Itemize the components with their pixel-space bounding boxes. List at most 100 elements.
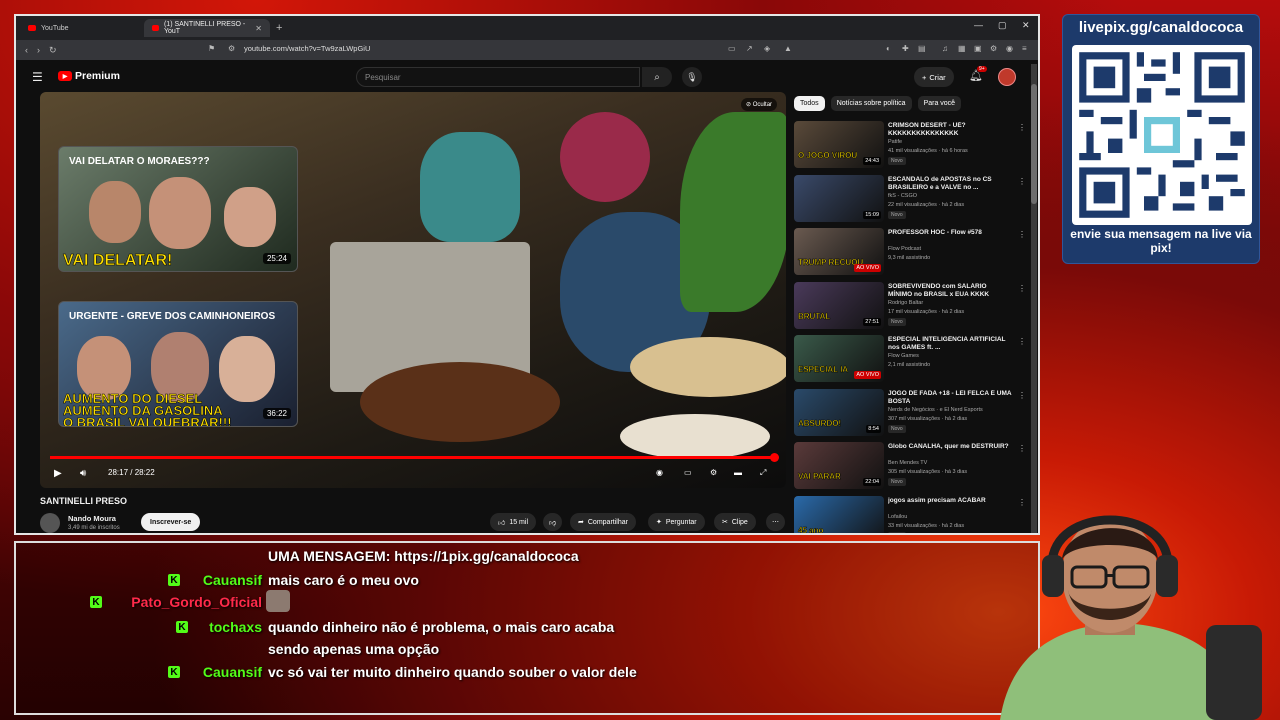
recommendation-thumbnail[interactable]: 15:09	[794, 174, 884, 222]
recommendation-title[interactable]: PROFESSOR HOC - Flow #578	[888, 229, 1012, 237]
ask-button[interactable]: ✦ Perguntar	[648, 513, 705, 531]
share-icon[interactable]: ↗	[746, 44, 753, 53]
recommendation-title[interactable]: ESCÂNDALO de APOSTAS no CS BRASILEIRO e …	[888, 176, 1012, 192]
bookmark-icon[interactable]: ⚑	[208, 44, 215, 53]
chip-for-you[interactable]: Para você	[917, 96, 962, 111]
minimize-button[interactable]: —	[974, 20, 983, 30]
more-options-icon[interactable]: ⋮	[1018, 391, 1026, 400]
captions-icon[interactable]: ▭	[684, 468, 692, 477]
recommendation-title[interactable]: CRIMSON DESERT - UÉ? KKKKKKKKKKKKKKK	[888, 122, 1012, 138]
close-tab-icon[interactable]: ✕	[255, 24, 262, 33]
brave-shield-icon[interactable]: ◈	[764, 44, 770, 53]
recommendation-item[interactable]: ABSURDO! 8:54 JOGO DE FADA +18 - LEI FELCA…	[794, 388, 1030, 443]
close-window-button[interactable]: ✕	[1022, 20, 1030, 31]
recommendation-channel[interactable]: Lofailou	[888, 514, 907, 520]
subscribe-button[interactable]: Inscrever-se	[141, 513, 201, 531]
chip-all[interactable]: Todos	[794, 96, 825, 111]
forward-icon[interactable]: ›	[37, 45, 40, 55]
recommendation-item[interactable]: TRUMP RECUOU AO VIVO PROFESSOR HOC - Flow …	[794, 228, 1030, 282]
reading-icon[interactable]: ▦	[958, 44, 966, 53]
fullscreen-icon[interactable]: ⤢	[760, 468, 766, 478]
recommendation-title[interactable]: ESPECIAL INTELIGÊNCIA ARTIFICIAL nos GAM…	[888, 336, 1012, 352]
recommendation-channel[interactable]: fkS - CSGO	[888, 193, 917, 199]
hamburger-menu-icon[interactable]: ☰	[32, 70, 43, 84]
puzzle-icon[interactable]: ✚	[902, 44, 909, 53]
more-options-icon[interactable]: ⋮	[1018, 230, 1026, 239]
scrollbar-thumb[interactable]	[1031, 84, 1037, 204]
recommendation-channel[interactable]: Nerds de Negócios · e El Nerd Esports	[888, 407, 983, 413]
recommendation-channel[interactable]: Flow Games	[888, 353, 919, 359]
recommendation-item[interactable]: O JOGO VIROU 24:43 CRIMSON DESERT - UÉ? KK…	[794, 121, 1030, 175]
browser-menu-icon[interactable]: ≡	[1022, 44, 1027, 53]
channel-name[interactable]: Nando Moura	[68, 514, 116, 523]
hide-endscreen-button[interactable]: ⊘ Ocultar	[741, 98, 778, 111]
chat-username[interactable]: Cauansif	[168, 661, 262, 683]
recommendation-title[interactable]: JOGO DE FADA +18 - LEI FELCA É UMA BOSTA	[888, 390, 1012, 406]
sidebar-icon[interactable]: ▤	[918, 44, 926, 53]
recommendation-title[interactable]: jogos assim precisam ACABAR	[888, 497, 1012, 505]
avatar[interactable]	[998, 68, 1016, 86]
endscreen-video-2[interactable]: URGENTE - GREVE DOS CAMINHONEIROS AUMENT…	[58, 301, 298, 427]
recommendation-title[interactable]: Globo CANALHA, quer me DESTRUIR?	[888, 443, 1012, 451]
new-tab-button[interactable]: +	[276, 22, 282, 34]
voice-search-button[interactable]: 🎙︎	[682, 67, 702, 87]
vpn-icon[interactable]: ◉	[1006, 44, 1013, 53]
recommendation-thumbnail[interactable]: VAI PARAR 22:04	[794, 442, 884, 489]
recommendation-channel[interactable]: Rodrigo Baltar	[888, 300, 923, 306]
create-button[interactable]: + Criar	[914, 67, 954, 87]
clip-button[interactable]: ✂ Clipe	[714, 513, 756, 531]
more-options-icon[interactable]: ⋮	[1018, 337, 1026, 346]
chat-username[interactable]: Pato_Gordo_Oficial	[108, 591, 262, 613]
tab-santinelli[interactable]: (1) SANTINELLI PRESO - YouT ✕	[144, 19, 270, 37]
endscreen-video-1[interactable]: VAI DELATAR O MORAES??? VAI DELATAR! 25:…	[58, 146, 298, 272]
theater-mode-icon[interactable]: ▬	[734, 468, 742, 477]
share-button[interactable]: ➦ Compartilhar	[570, 513, 636, 531]
media-icon[interactable]: ♫	[942, 44, 948, 53]
chat-username[interactable]: tochaxs	[168, 616, 262, 638]
recommendation-thumbnail[interactable]: 45 ano	[794, 495, 884, 533]
back-icon[interactable]: ‹	[25, 45, 28, 55]
more-options-icon[interactable]: ⋮	[1018, 444, 1026, 453]
maximize-button[interactable]: ▢	[998, 20, 1007, 31]
recommendation-item[interactable]: ESPECIAL IA AO VIVO ESPECIAL INTELIGÊNCIA …	[794, 335, 1030, 389]
progress-scrubber[interactable]	[769, 453, 779, 462]
more-options-icon[interactable]: ⋮	[1018, 123, 1026, 132]
chat-username[interactable]: Cauansif	[168, 569, 262, 591]
channel-avatar[interactable]	[40, 513, 60, 533]
search-input[interactable]: Pesquisar	[356, 67, 640, 87]
recommendation-item[interactable]: 15:09 ESCÂNDALO de APOSTAS no CS BRASILEI…	[794, 174, 1030, 229]
reload-icon[interactable]: ↻	[49, 45, 57, 56]
rewards-icon[interactable]: ▲	[784, 44, 792, 53]
wallet-icon[interactable]: ▣	[974, 44, 982, 53]
progress-bar[interactable]	[50, 453, 779, 462]
cast-icon[interactable]: ▭	[728, 44, 736, 53]
chip-politics[interactable]: Notícias sobre política	[830, 96, 912, 111]
gear-icon[interactable]: ⚙	[990, 44, 997, 53]
recommendation-thumbnail[interactable]: BRUTAL 27:51	[794, 281, 884, 329]
page-scrollbar[interactable]	[1031, 64, 1037, 533]
tab-youtube[interactable]: YouTube	[20, 19, 138, 37]
dislike-button[interactable]: 👎︎	[543, 513, 563, 531]
autoplay-toggle[interactable]: ◉	[656, 468, 663, 477]
recommendation-thumbnail[interactable]: TRUMP RECUOU AO VIVO	[794, 228, 884, 275]
recommendation-thumbnail[interactable]: ABSURDO! 8:54	[794, 388, 884, 436]
recommendation-channel[interactable]: Ben Mendes TV	[888, 460, 927, 466]
site-info-icon[interactable]: ⚙	[228, 44, 235, 53]
video-player[interactable]: ⊘ Ocultar VAI DELATAR O MORAES??? VAI DE…	[40, 92, 786, 488]
more-actions-button[interactable]: ⋯	[766, 513, 785, 531]
play-icon[interactable]: ▶	[54, 468, 62, 479]
recommendation-channel[interactable]: Flow Podcast	[888, 246, 921, 252]
url-field[interactable]: youtube.com/watch?v=Tw9zaLWpGiU	[244, 44, 370, 53]
like-button[interactable]: 👍︎ 15 mil	[490, 513, 537, 531]
extension-icon[interactable]: ◐	[886, 44, 891, 53]
volume-icon[interactable]: 🔊︎	[80, 468, 86, 479]
youtube-logo[interactable]: ▶ Premium	[58, 70, 120, 82]
recommendation-title[interactable]: SOBREVIVENDO com SALÁRIO MÍNIMO no BRASI…	[888, 283, 1012, 299]
more-options-icon[interactable]: ⋮	[1018, 284, 1026, 293]
recommendation-channel[interactable]: Patife	[888, 139, 902, 145]
recommendation-item[interactable]: VAI PARAR 22:04 Globo CANALHA, quer me DES…	[794, 442, 1030, 496]
search-button[interactable]: ⌕	[642, 67, 672, 87]
recommendation-thumbnail[interactable]: O JOGO VIROU 24:43	[794, 121, 884, 168]
recommendation-item[interactable]: BRUTAL 27:51 SOBREVIVENDO com SALÁRIO MÍNI…	[794, 281, 1030, 336]
more-options-icon[interactable]: ⋮	[1018, 177, 1026, 186]
